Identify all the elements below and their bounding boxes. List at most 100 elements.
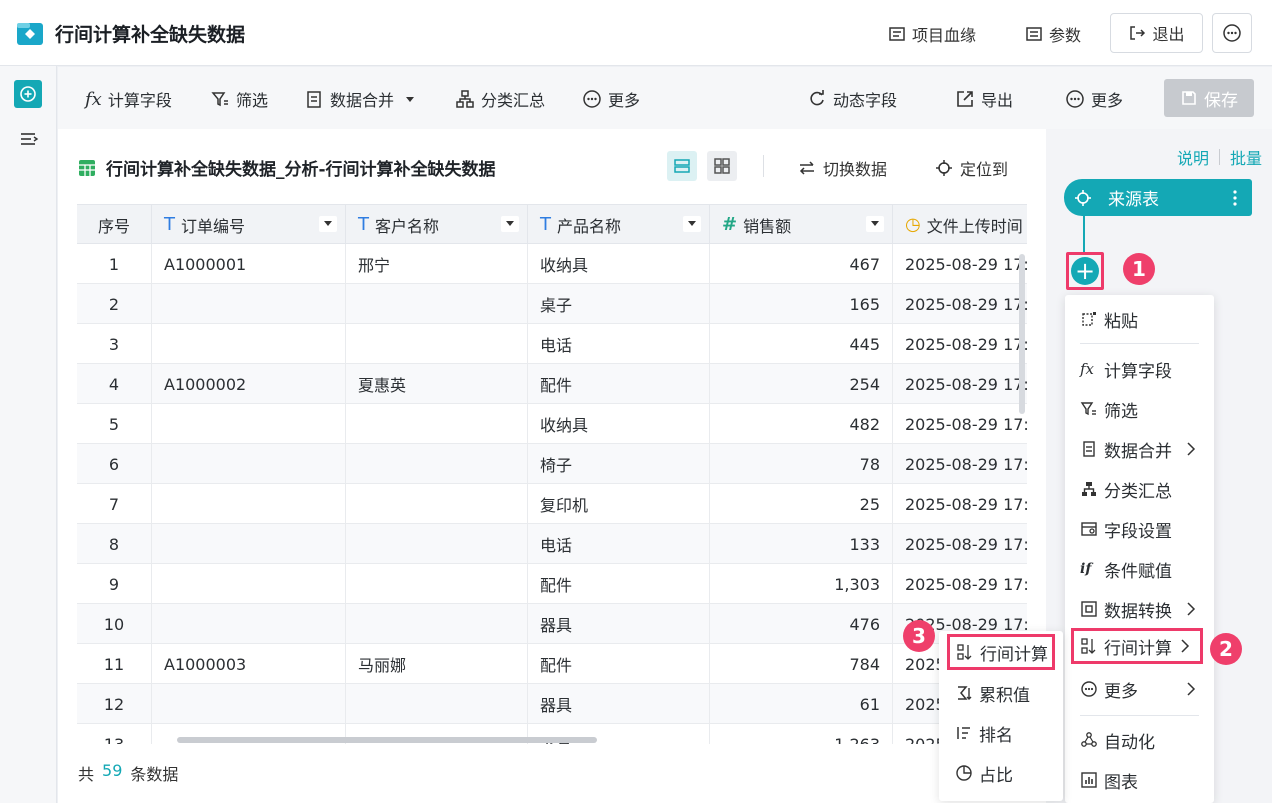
table-row[interactable]: 12 器具 61 2025 bbox=[77, 684, 1027, 724]
header-order-id[interactable]: T 订单编号 bbox=[152, 205, 346, 244]
table-cell[interactable]: 7 bbox=[77, 484, 152, 524]
table-cell[interactable]: 2025-08-29 17: bbox=[893, 484, 1027, 524]
table-cell[interactable]: 2025-08-29 17: bbox=[893, 244, 1027, 284]
add-node-button[interactable]: + bbox=[1066, 252, 1104, 290]
table-cell[interactable] bbox=[152, 484, 346, 524]
more-tool-left[interactable]: 更多 bbox=[582, 87, 640, 111]
params-button[interactable]: 参数 bbox=[1025, 22, 1081, 46]
exit-button[interactable]: 退出 bbox=[1110, 13, 1203, 53]
table-cell[interactable]: 器具 bbox=[528, 604, 710, 644]
horizontal-scrollbar[interactable] bbox=[177, 737, 597, 743]
table-cell[interactable]: 配件 bbox=[528, 364, 710, 404]
table-cell[interactable]: A1000003 bbox=[152, 644, 346, 684]
table-cell[interactable] bbox=[152, 324, 346, 364]
table-cell[interactable]: 配件 bbox=[528, 564, 710, 604]
outline-list-icon[interactable] bbox=[19, 130, 39, 150]
table-cell[interactable]: 165 bbox=[710, 284, 893, 324]
table-cell[interactable]: A1000001 bbox=[152, 244, 346, 284]
column-menu-icon[interactable] bbox=[866, 216, 884, 232]
table-cell[interactable]: 2025-08-29 17: bbox=[893, 324, 1027, 364]
table-cell[interactable]: 476 bbox=[710, 604, 893, 644]
project-lineage-button[interactable]: 项目血缘 bbox=[888, 22, 976, 46]
more-options-button[interactable] bbox=[1212, 13, 1252, 53]
menu-item-automation[interactable]: 自动化 bbox=[1065, 722, 1214, 758]
header-upload-time[interactable]: ◷ 文件上传时间 bbox=[893, 205, 1027, 244]
table-cell[interactable] bbox=[152, 444, 346, 484]
submenu-item-rank[interactable]: 排名 bbox=[939, 715, 1063, 751]
table-cell[interactable] bbox=[346, 564, 528, 604]
table-cell[interactable]: 复印机 bbox=[528, 484, 710, 524]
table-cell[interactable] bbox=[346, 324, 528, 364]
table-cell[interactable] bbox=[152, 684, 346, 724]
menu-item-chart[interactable]: 图表 bbox=[1065, 762, 1214, 798]
table-cell[interactable] bbox=[152, 404, 346, 444]
table-cell[interactable]: 133 bbox=[710, 524, 893, 564]
table-cell[interactable]: 收纳具 bbox=[528, 244, 710, 284]
table-cell[interactable]: 2025-08-29 17: bbox=[893, 404, 1027, 444]
table-row[interactable]: 4 A1000002 夏惠英 配件 254 2025-08-29 17: bbox=[77, 364, 1027, 404]
filter-tool[interactable]: 筛选 bbox=[210, 87, 268, 111]
table-cell[interactable]: 桌子 bbox=[528, 284, 710, 324]
menu-item-calc-field[interactable]: fx 计算字段 bbox=[1065, 351, 1214, 387]
table-row[interactable]: 10 器具 476 2025-08-29 17: bbox=[77, 604, 1027, 644]
table-cell[interactable]: 2025-08-29 17: bbox=[893, 284, 1027, 324]
table-cell[interactable] bbox=[152, 604, 346, 644]
switch-data-button[interactable]: 切换数据 bbox=[798, 156, 887, 180]
table-cell[interactable]: 482 bbox=[710, 404, 893, 444]
calc-field-tool[interactable]: fx 计算字段 bbox=[85, 87, 172, 111]
menu-item-paste[interactable]: 粘贴 bbox=[1065, 301, 1214, 337]
table-cell[interactable]: 电话 bbox=[528, 524, 710, 564]
export-tool[interactable]: 导出 bbox=[955, 87, 1013, 111]
table-cell[interactable]: 1 bbox=[77, 244, 152, 284]
header-index[interactable]: 序号 bbox=[77, 205, 152, 244]
table-cell[interactable]: 9 bbox=[77, 564, 152, 604]
table-cell[interactable]: 2025-08-29 17: bbox=[893, 364, 1027, 404]
table-cell[interactable]: 2 bbox=[77, 284, 152, 324]
table-cell[interactable] bbox=[346, 684, 528, 724]
table-cell[interactable] bbox=[346, 404, 528, 444]
table-cell[interactable]: 邢宁 bbox=[346, 244, 528, 284]
menu-item-conditional-value[interactable]: if 条件赋值 bbox=[1065, 551, 1214, 587]
table-cell[interactable] bbox=[346, 444, 528, 484]
vertical-ellipsis-icon[interactable] bbox=[1232, 189, 1238, 207]
table-cell[interactable]: 电话 bbox=[528, 324, 710, 364]
table-cell[interactable]: 12 bbox=[77, 684, 152, 724]
table-cell[interactable]: 1,263 bbox=[710, 724, 893, 744]
menu-item-more[interactable]: 更多 bbox=[1065, 671, 1214, 707]
table-cell[interactable]: 夏惠英 bbox=[346, 364, 528, 404]
menu-item-group-summary[interactable]: 分类汇总 bbox=[1065, 471, 1214, 507]
table-cell[interactable]: 467 bbox=[710, 244, 893, 284]
table-row[interactable]: 2 桌子 165 2025-08-29 17: bbox=[77, 284, 1027, 324]
table-cell[interactable]: 8 bbox=[77, 524, 152, 564]
header-product[interactable]: T 产品名称 bbox=[528, 205, 710, 244]
table-row[interactable]: 3 电话 445 2025-08-29 17: bbox=[77, 324, 1027, 364]
table-cell[interactable] bbox=[152, 564, 346, 604]
source-table-node[interactable]: 来源表 bbox=[1064, 179, 1252, 216]
table-cell[interactable]: 配件 bbox=[528, 644, 710, 684]
menu-item-merge[interactable]: 数据合并 bbox=[1065, 431, 1214, 467]
table-cell[interactable]: 2025-08-29 17: bbox=[893, 444, 1027, 484]
menu-item-row-calc[interactable]: 行间计算 bbox=[1071, 628, 1203, 664]
table-cell[interactable] bbox=[346, 284, 528, 324]
table-cell[interactable]: 马丽娜 bbox=[346, 644, 528, 684]
table-cell[interactable]: 254 bbox=[710, 364, 893, 404]
table-cell[interactable]: 5 bbox=[77, 404, 152, 444]
table-cell[interactable]: 10 bbox=[77, 604, 152, 644]
menu-item-data-transform[interactable]: 数据转换 bbox=[1065, 591, 1214, 627]
table-cell[interactable]: 椅子 bbox=[528, 444, 710, 484]
menu-item-field-settings[interactable]: 字段设置 bbox=[1065, 511, 1214, 547]
column-menu-icon[interactable] bbox=[501, 216, 519, 232]
table-cell[interactable]: 25 bbox=[710, 484, 893, 524]
table-cell[interactable]: 13 bbox=[77, 724, 152, 744]
table-cell[interactable]: 收纳具 bbox=[528, 404, 710, 444]
table-cell[interactable]: 2025-08-29 17: bbox=[893, 524, 1027, 564]
table-cell[interactable]: 445 bbox=[710, 324, 893, 364]
submenu-item-row-calc[interactable]: 行间计算 bbox=[947, 634, 1055, 670]
explain-link[interactable]: 说明 bbox=[1177, 145, 1209, 169]
header-customer[interactable]: T 客户名称 bbox=[346, 205, 528, 244]
more-tool-right[interactable]: 更多 bbox=[1065, 87, 1123, 111]
add-step-button[interactable] bbox=[14, 80, 42, 108]
vertical-scrollbar[interactable] bbox=[1019, 254, 1025, 414]
table-cell[interactable]: 61 bbox=[710, 684, 893, 724]
column-menu-icon[interactable] bbox=[319, 216, 337, 232]
